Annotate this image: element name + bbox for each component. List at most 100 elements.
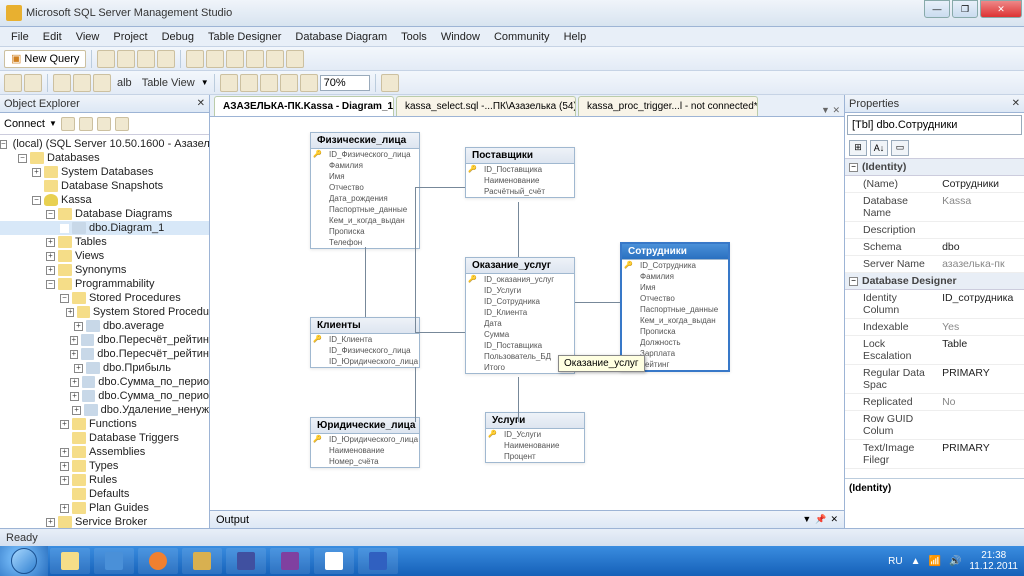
tree-item[interactable]: +Types xyxy=(0,459,209,473)
table-column[interactable]: Имя xyxy=(622,282,728,293)
toolbar-button[interactable] xyxy=(79,117,93,131)
diagram-table-yur[interactable]: Юридические_лицаID_Юридического_лицаНаим… xyxy=(310,417,420,468)
table-column[interactable]: Фамилия xyxy=(311,160,419,171)
table-column[interactable]: Фамилия xyxy=(622,271,728,282)
toolbar-button[interactable] xyxy=(4,74,22,92)
toolbar-button[interactable] xyxy=(246,50,264,68)
toolbar-button[interactable] xyxy=(206,50,224,68)
menu-file[interactable]: File xyxy=(4,29,36,45)
tree-item[interactable]: Database Snapshots xyxy=(0,179,209,193)
tree-item[interactable]: Defaults xyxy=(0,487,209,501)
connect-button[interactable]: Connect xyxy=(4,118,45,130)
tray-lang[interactable]: RU xyxy=(888,556,902,567)
tree-item[interactable]: +Views xyxy=(0,249,209,263)
panel-menu-icon[interactable]: ▼ xyxy=(802,514,811,525)
toolbar-button[interactable] xyxy=(286,50,304,68)
toolbar-button[interactable] xyxy=(157,50,175,68)
table-column[interactable]: Прописка xyxy=(622,326,728,337)
toolbar-button[interactable] xyxy=(61,117,75,131)
tree-item[interactable]: +dbo.Сумма_по_перио xyxy=(0,375,209,389)
toolbar-button[interactable] xyxy=(24,74,42,92)
table-column[interactable]: Должность xyxy=(622,337,728,348)
toolbar-button[interactable] xyxy=(97,50,115,68)
taskbar-item[interactable] xyxy=(50,548,90,574)
tree-item[interactable]: +dbo.Сумма_по_перио xyxy=(0,389,209,403)
taskbar-item[interactable] xyxy=(94,548,134,574)
tab-close-all-icon[interactable]: ✕ xyxy=(832,105,840,115)
tree-item[interactable]: +Service Broker xyxy=(0,515,209,528)
table-column[interactable]: Отчество xyxy=(311,182,419,193)
panel-close-icon[interactable]: ✕ xyxy=(197,98,205,109)
tree-item[interactable]: −Programmability xyxy=(0,277,209,291)
tree-item[interactable]: +dbo.average xyxy=(0,319,209,333)
table-column[interactable]: Прописка xyxy=(311,226,419,237)
table-column[interactable]: ID_Юридического_лица xyxy=(311,356,419,367)
taskbar-item[interactable] xyxy=(314,548,354,574)
property-row[interactable]: Identity ColumnID_сотрудника xyxy=(845,290,1024,319)
table-column[interactable]: Расчётный_счёт xyxy=(466,186,574,197)
toolbar-button[interactable] xyxy=(117,50,135,68)
property-grid[interactable]: −(Identity)(Name)СотрудникиDatabase Name… xyxy=(845,159,1024,478)
tray-volume-icon[interactable]: 🔊 xyxy=(949,556,961,567)
table-column[interactable]: ID_Поставщика xyxy=(466,340,574,351)
table-column[interactable]: Паспортные_данные xyxy=(622,304,728,315)
table-column[interactable]: Процент xyxy=(486,451,584,462)
property-row[interactable]: (Name)Сотрудники xyxy=(845,176,1024,193)
tray-network-icon[interactable]: 📶 xyxy=(929,556,941,567)
table-column[interactable]: Дата_рождения xyxy=(311,193,419,204)
taskbar-item[interactable] xyxy=(270,548,310,574)
table-column[interactable]: ID_Юридического_лица xyxy=(311,434,419,445)
menu-project[interactable]: Project xyxy=(106,29,154,45)
system-tray[interactable]: RU ▲ 📶 🔊 21:38 11.12.2011 xyxy=(882,550,1024,572)
tree-item[interactable]: +Plan Guides xyxy=(0,501,209,515)
diagram-table-fiz[interactable]: Физические_лицаID_Физического_лицаФамили… xyxy=(310,132,420,249)
toolbar-button[interactable] xyxy=(300,74,318,92)
menu-database-diagram[interactable]: Database Diagram xyxy=(288,29,394,45)
object-tree[interactable]: − (local) (SQL Server 10.50.1600 - Азазе… xyxy=(0,135,209,528)
tree-item[interactable]: +dbo.Удаление_ненуж xyxy=(0,403,209,417)
taskbar-item[interactable] xyxy=(358,548,398,574)
tree-item[interactable]: +System Databases xyxy=(0,165,209,179)
toolbar-button[interactable] xyxy=(266,50,284,68)
property-row[interactable]: Server Nameазазелька-пк xyxy=(845,256,1024,273)
toolbar-button[interactable] xyxy=(240,74,258,92)
menu-edit[interactable]: Edit xyxy=(36,29,69,45)
close-button[interactable]: ✕ xyxy=(980,0,1022,18)
property-category[interactable]: −Database Designer xyxy=(845,273,1024,290)
table-column[interactable]: ID_Сотрудника xyxy=(622,260,728,271)
taskbar-item[interactable] xyxy=(226,548,266,574)
tab[interactable]: kassa_select.sql -...ПК\Азазелька (54))✕ xyxy=(396,96,576,116)
toolbar-button[interactable] xyxy=(93,74,111,92)
tree-item[interactable]: −Database Diagrams xyxy=(0,207,209,221)
tree-item[interactable]: +Tables xyxy=(0,235,209,249)
menu-tools[interactable]: Tools xyxy=(394,29,434,45)
menu-view[interactable]: View xyxy=(69,29,107,45)
tree-item[interactable]: −Kassa xyxy=(0,193,209,207)
tree-item[interactable]: −Stored Procedures xyxy=(0,291,209,305)
table-column[interactable]: ID_Поставщика xyxy=(466,164,574,175)
table-column[interactable]: ID_Услуги xyxy=(486,429,584,440)
toolbar-button[interactable] xyxy=(97,117,111,131)
property-pages-button[interactable]: ▭ xyxy=(891,140,909,156)
diagram-table-usl[interactable]: УслугиID_УслугиНаименованиеПроцент xyxy=(485,412,585,463)
tray-date[interactable]: 11.12.2011 xyxy=(969,561,1018,572)
minimize-button[interactable]: — xyxy=(924,0,950,18)
property-row[interactable]: Lock EscalationTable xyxy=(845,336,1024,365)
panel-pin-icon[interactable]: 📌 xyxy=(815,514,826,525)
tree-item[interactable]: +Synonyms xyxy=(0,263,209,277)
tree-item[interactable]: +System Stored Procedu xyxy=(0,305,209,319)
dropdown-icon[interactable]: ▼ xyxy=(201,78,209,87)
table-column[interactable]: Наименование xyxy=(311,445,419,456)
table-column[interactable]: Кем_и_когда_выдан xyxy=(311,215,419,226)
table-column[interactable]: ID_Физического_лица xyxy=(311,345,419,356)
table-column[interactable]: ID_Сотрудника xyxy=(466,296,574,307)
tray-flag-icon[interactable]: ▲ xyxy=(911,556,921,567)
table-column[interactable]: Наименование xyxy=(466,175,574,186)
toolbar-button[interactable] xyxy=(73,74,91,92)
table-column[interactable]: ID_Клиента xyxy=(311,334,419,345)
tray-time[interactable]: 21:38 xyxy=(969,550,1018,561)
table-column[interactable]: Наименование xyxy=(486,440,584,451)
start-button[interactable] xyxy=(0,546,48,576)
menu-debug[interactable]: Debug xyxy=(155,29,201,45)
toolbar-button[interactable] xyxy=(53,74,71,92)
